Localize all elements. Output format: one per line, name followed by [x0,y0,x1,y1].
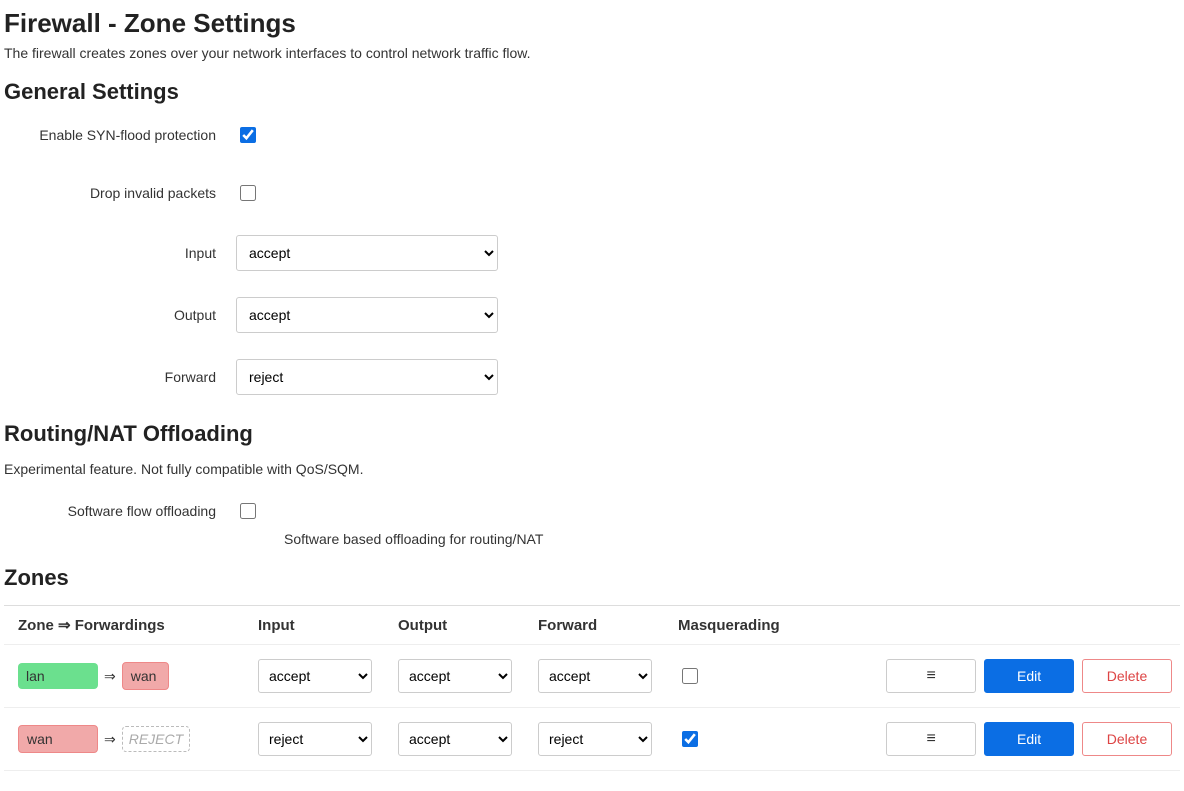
zone-src-badge: wan [18,725,98,753]
zone-forwarding[interactable]: lan ⇒ wan [18,662,169,690]
general-heading: General Settings [4,79,1180,105]
zone-forwarding[interactable]: wan ⇒ REJECT [18,725,190,753]
forward-select[interactable]: reject [236,359,498,395]
zone-row: wan ⇒ REJECT reject accept reject ≡ Edit [4,708,1180,771]
edit-button[interactable]: Edit [984,659,1074,693]
zone-masq-checkbox[interactable] [682,668,698,684]
zone-input-select[interactable]: accept [258,659,372,693]
zone-masq-checkbox[interactable] [682,731,698,747]
zone-output-select[interactable]: accept [398,659,512,693]
col-forward: Forward [538,617,678,634]
zone-input-select[interactable]: reject [258,722,372,756]
zone-output-select[interactable]: accept [398,722,512,756]
syn-flood-label: Enable SYN-flood protection [4,127,236,143]
arrow-icon: ⇒ [104,731,116,748]
arrow-icon: ⇒ [104,668,116,685]
edit-button[interactable]: Edit [984,722,1074,756]
syn-flood-checkbox[interactable] [240,127,256,143]
drag-handle-button[interactable]: ≡ [886,722,976,756]
input-select[interactable]: accept [236,235,498,271]
output-select[interactable]: accept [236,297,498,333]
delete-button[interactable]: Delete [1082,722,1172,756]
zones-heading: Zones [4,565,1180,591]
col-masq: Masquerading [678,617,868,634]
page-description: The firewall creates zones over your net… [4,45,1180,61]
offloading-description: Experimental feature. Not fully compatib… [4,461,1180,477]
zones-header-row: Zone ⇒ Forwardings Input Output Forward … [4,606,1180,645]
zone-dst-badge: REJECT [122,726,190,752]
software-offload-checkbox[interactable] [240,503,256,519]
zone-row: lan ⇒ wan accept accept accept ≡ Edit [4,645,1180,708]
output-label: Output [4,307,236,323]
software-offload-label: Software flow offloading [4,503,236,519]
col-zone: Zone ⇒ Forwardings [8,616,258,634]
drop-invalid-checkbox[interactable] [240,185,256,201]
page-title: Firewall - Zone Settings [4,8,1180,39]
delete-button[interactable]: Delete [1082,659,1172,693]
zone-forward-select[interactable]: accept [538,659,652,693]
zones-table: Zone ⇒ Forwardings Input Output Forward … [4,605,1180,771]
input-label: Input [4,245,236,261]
zone-forward-select[interactable]: reject [538,722,652,756]
zone-src-badge: lan [18,663,98,689]
col-input: Input [258,617,398,634]
drop-invalid-label: Drop invalid packets [4,185,236,201]
col-output: Output [398,617,538,634]
drag-handle-button[interactable]: ≡ [886,659,976,693]
software-offload-help: Software based offloading for routing/NA… [256,531,1180,547]
forward-label: Forward [4,369,236,385]
offloading-heading: Routing/NAT Offloading [4,421,1180,447]
zone-dst-badge: wan [122,662,170,690]
